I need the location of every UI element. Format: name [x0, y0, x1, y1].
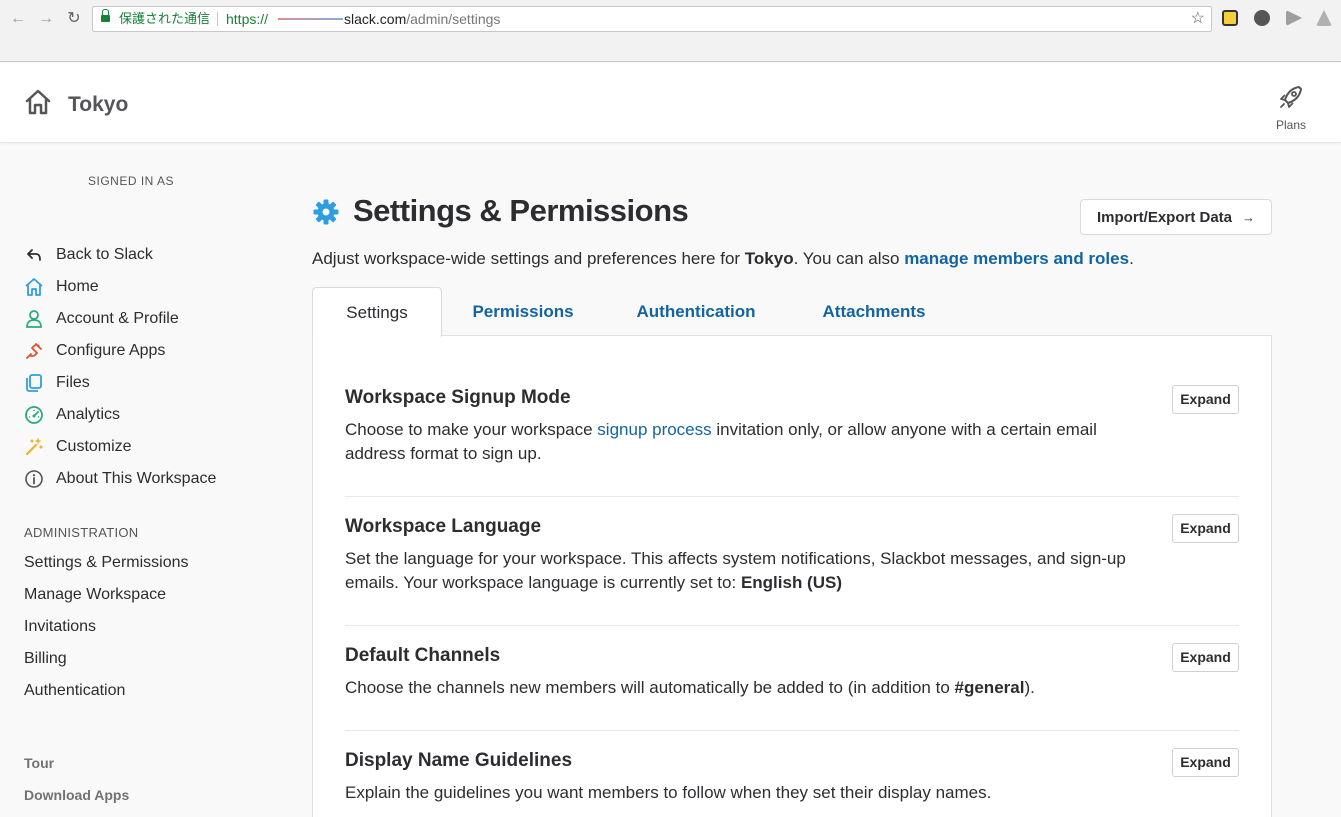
- manage-members-link[interactable]: manage members and roles: [904, 249, 1129, 268]
- expand-button[interactable]: Expand: [1172, 748, 1239, 777]
- sidebar-item-analytics[interactable]: Analytics: [24, 404, 120, 426]
- sidebar-item-label: Back to Slack: [56, 246, 153, 263]
- section-description: Choose the channels new members will aut…: [345, 676, 1145, 700]
- back-arrow-icon[interactable]: ←: [8, 9, 28, 29]
- settings-panel: Workspace Signup Mode Choose to make you…: [312, 335, 1272, 817]
- expand-button[interactable]: Expand: [1172, 514, 1239, 543]
- address-separator: [217, 12, 218, 26]
- url-text: slack.com/admin/settings: [344, 7, 500, 31]
- admin-item-invitations[interactable]: Invitations: [24, 618, 96, 636]
- desc-text: Choose to make your workspace: [345, 420, 598, 439]
- gauge-icon: [24, 405, 44, 425]
- arrow-right-icon: →: [1242, 209, 1255, 225]
- address-bar[interactable]: 保護された通信 https:// slack.com/admin/setting…: [92, 6, 1212, 32]
- page-title: Settings & Permissions: [353, 193, 689, 228]
- lead-middle: . You can also: [793, 249, 905, 268]
- secure-label: 保護された通信: [119, 11, 211, 26]
- plans-label: Plans: [1275, 118, 1307, 132]
- gear-icon: [313, 199, 339, 225]
- desc-text: Choose the channels new members will aut…: [345, 678, 955, 697]
- sidebar-item-label: Customize: [56, 438, 132, 455]
- section-description: Choose to make your workspace signup pro…: [345, 418, 1145, 466]
- sidebar-item-configure-apps[interactable]: Configure Apps: [24, 340, 165, 362]
- tour-link[interactable]: Tour: [24, 755, 54, 771]
- section-title: Default Channels: [345, 645, 501, 666]
- url-scheme: https://: [226, 11, 269, 27]
- sidebar-item-label: Configure Apps: [56, 342, 166, 359]
- section-divider: [345, 730, 1239, 731]
- page-description: Adjust workspace-wide settings and prefe…: [312, 249, 1134, 269]
- extension-icon-1[interactable]: [1222, 10, 1238, 26]
- section-description: Set the language for your workspace. Thi…: [345, 547, 1145, 595]
- desc-text: ).: [1024, 678, 1035, 697]
- signed-in-label: SIGNED IN AS: [88, 174, 175, 188]
- arrow-back-icon: [24, 245, 44, 265]
- sidebar-item-home[interactable]: Home: [24, 276, 99, 298]
- magic-wand-icon: [24, 437, 44, 457]
- desc-text: Set the language for your workspace. Thi…: [345, 549, 1126, 592]
- forward-arrow-icon[interactable]: →: [36, 9, 56, 29]
- plans-button[interactable]: Plans: [1266, 83, 1316, 132]
- sidebar-item-customize[interactable]: Customize: [24, 436, 132, 458]
- tab-settings[interactable]: Settings: [312, 287, 442, 337]
- sidebar-item-label: About This Workspace: [56, 470, 217, 487]
- admin-item-billing[interactable]: Billing: [24, 650, 67, 668]
- section-title: Workspace Signup Mode: [345, 387, 571, 408]
- general-channel: #general: [954, 678, 1025, 697]
- reload-icon[interactable]: ↻: [64, 9, 84, 29]
- bookmark-star-icon[interactable]: ☆: [1191, 7, 1205, 31]
- import-export-label: Import/Export Data: [1096, 208, 1232, 226]
- lock-icon: [101, 9, 110, 24]
- team-name[interactable]: Tokyo: [68, 93, 128, 117]
- extension-icon-3[interactable]: [1286, 10, 1302, 26]
- home-icon[interactable]: [24, 88, 52, 116]
- rocket-icon: [1280, 85, 1303, 108]
- sidebar-item-label: Files: [56, 374, 90, 391]
- url-host: slack.com: [344, 11, 407, 27]
- evernote-icon[interactable]: [1254, 10, 1270, 26]
- drive-icon[interactable]: [1316, 10, 1332, 26]
- info-icon: [24, 469, 44, 489]
- sidebar-item-account-profile[interactable]: Account & Profile: [24, 308, 179, 330]
- section-title: Display Name Guidelines: [345, 750, 573, 771]
- tab-authentication[interactable]: Authentication: [622, 287, 770, 336]
- sidebar-item-back-to-slack[interactable]: Back to Slack: [24, 244, 153, 266]
- current-language: English (US): [740, 573, 842, 592]
- url-path: /admin/settings: [406, 11, 501, 27]
- lead-prefix: Adjust workspace-wide settings and prefe…: [312, 249, 745, 268]
- section-divider: [345, 496, 1239, 497]
- download-apps-link[interactable]: Download Apps: [24, 787, 129, 803]
- lead-suffix: .: [1129, 249, 1134, 268]
- admin-item-settings-permissions[interactable]: Settings & Permissions: [24, 554, 189, 572]
- signup-process-link[interactable]: signup process: [597, 420, 711, 439]
- tab-attachments[interactable]: Attachments: [806, 287, 942, 336]
- home-icon: [24, 277, 44, 297]
- administration-heading: ADMINISTRATION: [24, 525, 139, 540]
- person-icon: [24, 309, 44, 329]
- app-header: Tokyo Plans: [0, 63, 1341, 143]
- admin-item-manage-workspace[interactable]: Manage Workspace: [24, 586, 166, 604]
- sidebar-item-label: Account & Profile: [56, 310, 179, 327]
- section-title: Workspace Language: [345, 516, 542, 537]
- import-export-button[interactable]: Import/Export Data →: [1080, 199, 1272, 235]
- sidebar: SIGNED IN AS Back to Slack Home Account …: [0, 144, 290, 817]
- section-description: Explain the guidelines you want members …: [345, 783, 992, 802]
- browser-toolbar: ← → ↻ 保護された通信 https:// slack.com/admin/s…: [0, 0, 1341, 62]
- expand-button[interactable]: Expand: [1172, 385, 1239, 414]
- redacted-subdomain: [278, 18, 343, 20]
- sidebar-item-about-workspace[interactable]: About This Workspace: [24, 468, 216, 490]
- plug-icon: [24, 341, 44, 361]
- tab-permissions[interactable]: Permissions: [462, 287, 584, 336]
- admin-item-authentication[interactable]: Authentication: [24, 682, 125, 700]
- sidebar-item-files[interactable]: Files: [24, 372, 90, 394]
- expand-button[interactable]: Expand: [1172, 643, 1239, 672]
- lead-team-name: Tokyo: [744, 249, 794, 268]
- files-icon: [24, 373, 44, 393]
- section-divider: [345, 625, 1239, 626]
- sidebar-item-label: Analytics: [56, 406, 121, 423]
- settings-tabs: Settings Permissions Authentication Atta…: [312, 287, 1272, 337]
- sidebar-item-label: Home: [56, 278, 99, 295]
